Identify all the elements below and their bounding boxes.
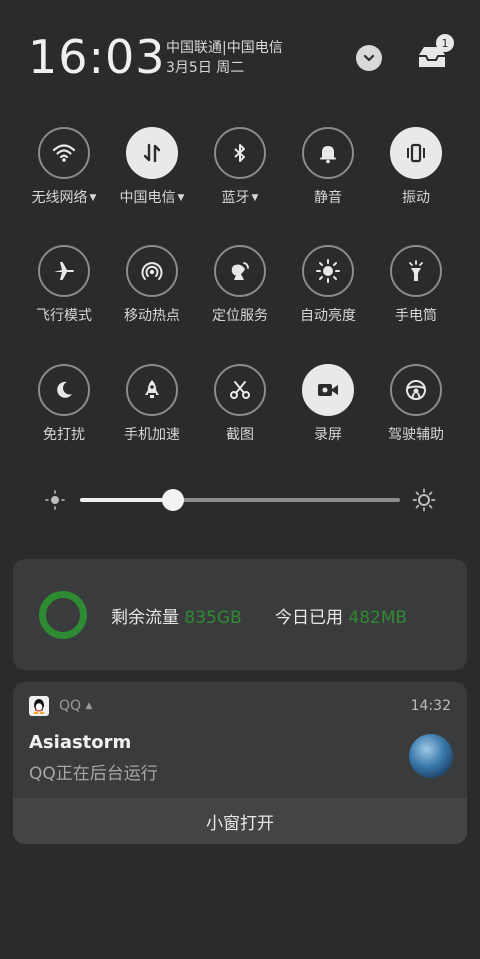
brightness-track[interactable] xyxy=(80,498,400,502)
clock: 16:03 xyxy=(28,30,166,84)
tile-label: 移动热点 xyxy=(124,308,180,324)
tile-button[interactable] xyxy=(214,245,266,297)
video-icon xyxy=(318,384,338,396)
tile-label: 免打扰 xyxy=(43,427,85,443)
airplane-icon xyxy=(54,262,74,280)
tile-location[interactable]: 定位服务 xyxy=(195,245,285,325)
wifi-icon xyxy=(52,144,76,162)
bell-icon xyxy=(320,146,336,164)
tile-mobile-data[interactable]: 中国电信 ▼ xyxy=(107,127,197,207)
notification-manager-button[interactable]: 1 xyxy=(414,34,454,74)
tile-driving-assist[interactable]: 驾驶辅助 xyxy=(371,364,461,444)
tile-bluetooth[interactable]: 蓝牙 ▼ xyxy=(195,127,285,207)
expand-button[interactable] xyxy=(356,45,382,71)
notification-count-badge: 1 xyxy=(436,34,454,52)
tile-button[interactable] xyxy=(126,364,178,416)
tile-phone-boost[interactable]: 手机加速 xyxy=(107,364,197,444)
caret-up-icon: ▲ xyxy=(85,701,93,711)
location-icon xyxy=(231,262,249,280)
flashlight-icon xyxy=(409,260,423,281)
tile-button[interactable] xyxy=(390,127,442,179)
qq-penguin-icon xyxy=(29,696,49,716)
today-used-value: 482MB xyxy=(348,608,408,628)
carrier-label: 中国联通|中国电信 xyxy=(166,40,283,56)
tile-button[interactable] xyxy=(302,364,354,416)
tile-label: 飞行模式 xyxy=(36,308,92,324)
caret-down-icon: ▼ xyxy=(89,193,97,203)
steering-wheel-icon xyxy=(406,380,426,400)
qq-notification[interactable]: QQ ▲ 14:32 Asiastorm QQ正在后台运行 小窗打开 xyxy=(13,682,467,844)
tile-label: 定位服务 xyxy=(212,308,268,324)
brightness-slider[interactable] xyxy=(40,485,440,515)
brightness-low-icon xyxy=(45,490,65,510)
data-usage-card[interactable]: 剩余流量 835GB 今日已用 482MB xyxy=(13,559,467,670)
tile-button[interactable] xyxy=(390,245,442,297)
tile-button[interactable] xyxy=(126,245,178,297)
data-usage-ring xyxy=(39,591,87,639)
tile-label: 中国电信 xyxy=(119,190,176,206)
tile-label: 驾驶辅助 xyxy=(388,427,444,443)
remaining-label: 剩余流量 xyxy=(111,608,179,628)
moon-icon xyxy=(57,381,72,398)
notification-body: QQ正在后台运行 xyxy=(29,764,158,784)
caret-down-icon: ▼ xyxy=(177,193,185,203)
avatar xyxy=(409,734,453,778)
tile-button[interactable] xyxy=(214,127,266,179)
tile-label: 振动 xyxy=(402,190,430,206)
tile-flashlight[interactable]: 手电筒 xyxy=(371,245,461,325)
tile-button[interactable] xyxy=(302,127,354,179)
tile-label: 静音 xyxy=(314,190,342,206)
tile-button[interactable] xyxy=(302,245,354,297)
notification-app-name: QQ xyxy=(59,698,82,714)
hotspot-icon xyxy=(141,262,163,280)
open-small-window-button[interactable]: 小窗打开 xyxy=(13,798,467,844)
tile-button[interactable] xyxy=(390,364,442,416)
chevron-down-icon xyxy=(363,54,375,62)
vibrate-icon xyxy=(407,143,425,163)
mobile-data-icon xyxy=(143,143,161,163)
tile-label: 录屏 xyxy=(314,427,342,443)
notification-title: Asiastorm xyxy=(29,732,132,753)
tile-button[interactable] xyxy=(38,245,90,297)
tile-button[interactable] xyxy=(214,364,266,416)
tile-auto-brightness[interactable]: 自动亮度 xyxy=(283,245,373,325)
auto-brightness-icon xyxy=(316,259,340,283)
tile-label: 自动亮度 xyxy=(300,308,356,324)
scissors-icon xyxy=(230,381,250,399)
tile-label: 截图 xyxy=(226,427,254,443)
today-used-label: 今日已用 xyxy=(275,608,343,628)
tile-screenshot[interactable]: 截图 xyxy=(195,364,285,444)
tile-hotspot[interactable]: 移动热点 xyxy=(107,245,197,325)
caret-down-icon: ▼ xyxy=(251,193,259,203)
tile-label: 手电筒 xyxy=(395,308,437,324)
brightness-high-icon xyxy=(412,488,436,512)
tile-silent[interactable]: 静音 xyxy=(283,127,373,207)
tile-label: 无线网络 xyxy=(31,190,88,206)
tile-screen-record[interactable]: 录屏 xyxy=(283,364,373,444)
notification-time: 14:32 xyxy=(410,698,451,714)
tile-label: 蓝牙 xyxy=(221,190,250,206)
tile-do-not-disturb[interactable]: 免打扰 xyxy=(19,364,109,444)
remaining-value: 835GB xyxy=(184,608,242,628)
tile-button[interactable] xyxy=(38,364,90,416)
tile-wifi[interactable]: 无线网络 ▼ xyxy=(19,127,109,207)
tile-label: 手机加速 xyxy=(124,427,180,443)
brightness-fill xyxy=(80,498,173,502)
rocket-icon xyxy=(145,380,159,398)
tile-airplane[interactable]: 飞行模式 xyxy=(19,245,109,325)
tile-vibrate[interactable]: 振动 xyxy=(371,127,461,207)
bluetooth-icon xyxy=(234,144,245,162)
date-label: 3月5日 周二 xyxy=(166,60,245,76)
tile-button[interactable] xyxy=(38,127,90,179)
tile-button[interactable] xyxy=(126,127,178,179)
brightness-knob[interactable] xyxy=(161,489,184,511)
